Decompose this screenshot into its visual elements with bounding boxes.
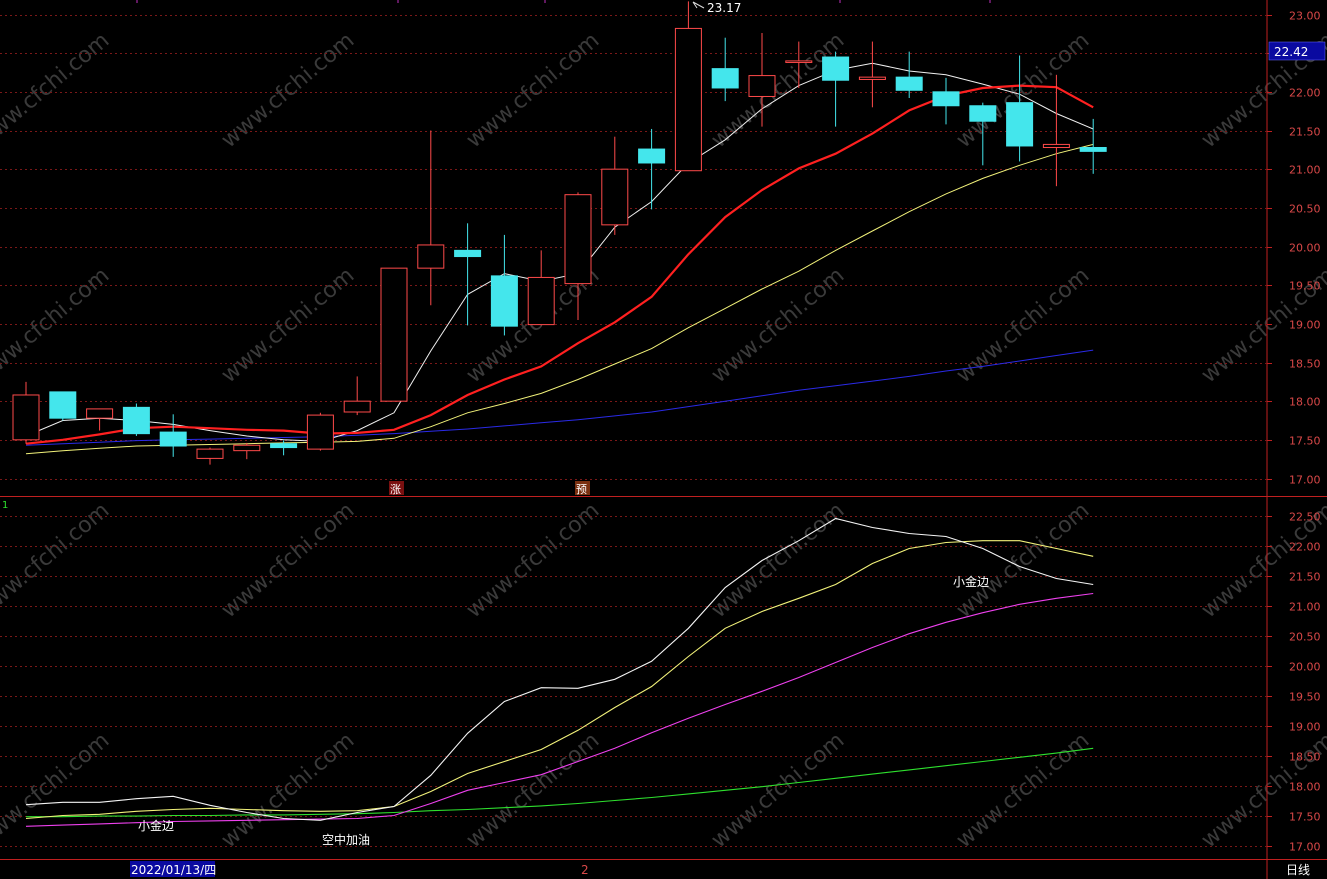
candle-body bbox=[490, 275, 518, 327]
indicator-tick-label: 21.00 bbox=[1289, 601, 1321, 614]
candle-body bbox=[638, 148, 666, 164]
high-label: 23.17 bbox=[707, 1, 741, 15]
candle[interactable] bbox=[49, 391, 77, 421]
annotation-xiaojinbian-2: 小金边 bbox=[953, 574, 989, 589]
indicator-index-label: 1 bbox=[2, 500, 8, 511]
price-tick-label: 23.00 bbox=[1289, 10, 1321, 23]
price-tick-label: 19.00 bbox=[1289, 319, 1321, 332]
price-tick-label: 22.00 bbox=[1289, 87, 1321, 100]
price-tick-label: 20.00 bbox=[1289, 242, 1321, 255]
candle[interactable] bbox=[122, 403, 150, 436]
indicator-tick-label: 17.00 bbox=[1289, 841, 1321, 854]
candle[interactable] bbox=[380, 267, 408, 402]
indicator-tick-label: 19.50 bbox=[1289, 691, 1321, 704]
candle-body bbox=[711, 68, 739, 89]
candle[interactable] bbox=[306, 412, 334, 451]
price-tick-label: 17.50 bbox=[1289, 435, 1321, 448]
candle-body bbox=[858, 76, 886, 80]
candle-body bbox=[601, 168, 629, 226]
candle-body bbox=[527, 276, 555, 326]
candle-body bbox=[674, 27, 702, 172]
candle-body bbox=[932, 91, 960, 107]
candle-body bbox=[380, 267, 408, 402]
candle-body bbox=[1042, 143, 1070, 149]
current-price-tag: 22.42 bbox=[1268, 41, 1326, 61]
candle-body bbox=[454, 249, 482, 258]
annotation-xiaojinbian-1: 小金边 bbox=[138, 818, 174, 833]
candle-body bbox=[86, 408, 114, 419]
indicator-tick-label: 19.00 bbox=[1289, 721, 1321, 734]
time-marker: 2 bbox=[581, 863, 589, 877]
svg-text:预: 预 bbox=[576, 483, 587, 496]
indicator-tick-label: 21.50 bbox=[1289, 571, 1321, 584]
indicator-tick-label: 18.00 bbox=[1289, 781, 1321, 794]
indicator-tick-label: 22.00 bbox=[1289, 541, 1321, 554]
candle-body bbox=[343, 400, 371, 413]
svg-text:涨: 涨 bbox=[390, 483, 401, 496]
price-tick-label: 18.00 bbox=[1289, 396, 1321, 409]
price-tick-label: 17.00 bbox=[1289, 474, 1321, 487]
indicator-tick-label: 18.50 bbox=[1289, 751, 1321, 764]
candle-body bbox=[306, 414, 334, 450]
candle-body bbox=[122, 406, 150, 435]
candle-body bbox=[969, 105, 997, 122]
candle-body bbox=[895, 76, 923, 91]
candle-body bbox=[1079, 147, 1107, 152]
indicator-tick-label: 20.00 bbox=[1289, 661, 1321, 674]
candle-body bbox=[417, 244, 445, 269]
stock-chart[interactable]: www.cfchi.com www.cfchi.com www.cfchi.com w… bbox=[0, 0, 1327, 879]
candle-body bbox=[564, 194, 592, 285]
price-tick-label: 18.50 bbox=[1289, 358, 1321, 371]
signal-marker-2: 预 bbox=[575, 481, 590, 496]
indicator-tick-label: 20.50 bbox=[1289, 631, 1321, 644]
indicator-tick-label: 22.50 bbox=[1289, 511, 1321, 524]
candle-body bbox=[270, 443, 298, 449]
signal-marker-1: 涨 bbox=[389, 481, 404, 496]
candle-body bbox=[196, 448, 224, 459]
annotation-kongzhongjiayou: 空中加油 bbox=[322, 832, 370, 847]
candle-body bbox=[12, 394, 40, 441]
candle-body bbox=[49, 391, 77, 419]
candle-body bbox=[822, 56, 850, 81]
candle-body bbox=[233, 444, 261, 452]
candle-body bbox=[785, 60, 813, 63]
svg-text:2022/01/13/四: 2022/01/13/四 bbox=[131, 863, 216, 877]
candle-body bbox=[748, 75, 776, 97]
price-tick-label: 21.50 bbox=[1289, 126, 1321, 139]
price-tick-label: 20.50 bbox=[1289, 203, 1321, 216]
candle-body bbox=[159, 431, 187, 447]
price-tick-label: 21.00 bbox=[1289, 164, 1321, 177]
date-cursor-label: 2022/01/13/四 bbox=[130, 861, 216, 877]
price-tick-label: 19.50 bbox=[1289, 280, 1321, 293]
candle-body bbox=[1006, 102, 1034, 147]
indicator-tick-label: 17.50 bbox=[1289, 811, 1321, 824]
current-price: 22.42 bbox=[1274, 45, 1308, 59]
period-label[interactable]: 日线 bbox=[1286, 863, 1310, 877]
